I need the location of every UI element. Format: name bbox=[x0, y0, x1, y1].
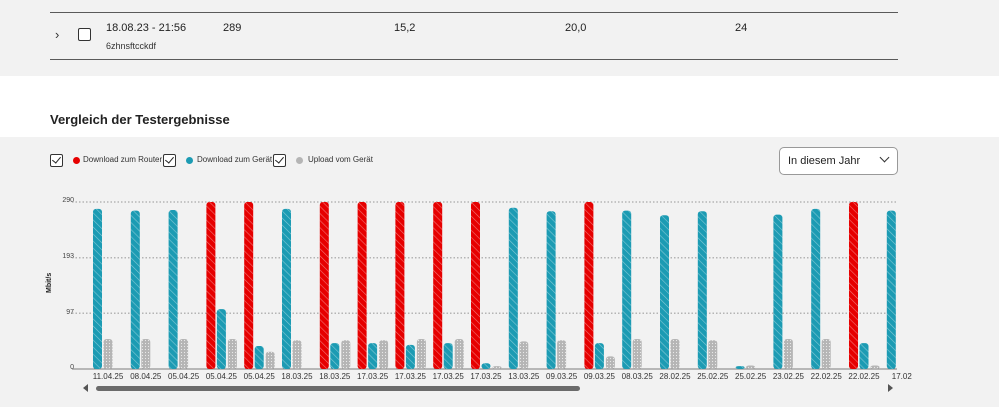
scroll-left-arrow[interactable] bbox=[83, 384, 88, 392]
x-tick-label: 22.02.25 bbox=[811, 372, 843, 381]
bar-upload-texture bbox=[265, 351, 275, 369]
bar-device-texture bbox=[594, 343, 604, 369]
x-tick-label: 17.03.25 bbox=[470, 372, 502, 381]
bar-router-texture bbox=[584, 202, 594, 369]
x-tick-label: 25.02.25 bbox=[697, 372, 729, 381]
bar-device-texture bbox=[368, 343, 378, 369]
bar-device-texture bbox=[508, 207, 518, 369]
bar-upload-texture bbox=[179, 339, 189, 369]
bar-router-texture bbox=[319, 202, 329, 369]
bar-upload-texture bbox=[870, 365, 880, 369]
bar-device-texture bbox=[546, 211, 556, 369]
bar-upload-texture bbox=[492, 366, 502, 369]
bar-device-texture bbox=[168, 210, 178, 369]
bar-device-texture bbox=[443, 343, 453, 369]
bar-upload-texture bbox=[605, 356, 615, 369]
bar-upload-texture bbox=[519, 341, 529, 369]
bar-device-texture bbox=[859, 343, 869, 369]
bar-upload-texture bbox=[416, 339, 426, 369]
bar-device-texture bbox=[282, 208, 291, 369]
x-tick-label: 17.03.25 bbox=[357, 372, 389, 381]
horizontal-scrollbar-thumb[interactable] bbox=[96, 386, 580, 391]
x-tick-label: 08.04.25 bbox=[130, 372, 162, 381]
bar-upload-texture bbox=[783, 339, 793, 369]
bar-upload-texture bbox=[227, 339, 237, 369]
x-tick-label: 25.02.25 bbox=[735, 372, 767, 381]
x-tick-label: 17.03.25 bbox=[395, 372, 427, 381]
bar-device-texture bbox=[330, 343, 340, 369]
bar-device-texture bbox=[130, 210, 140, 369]
bar-upload-texture bbox=[292, 340, 302, 369]
bar-router-texture bbox=[433, 202, 443, 369]
bar-upload-texture bbox=[141, 339, 151, 369]
bar-device-texture bbox=[773, 214, 783, 369]
bar-device-texture bbox=[735, 366, 745, 369]
bar-upload-texture bbox=[746, 365, 756, 369]
x-tick-label: 11.04.25 bbox=[93, 372, 124, 381]
x-tick-label: 13.03.25 bbox=[508, 372, 540, 381]
bar-upload-texture bbox=[557, 340, 567, 369]
bar-router-texture bbox=[206, 202, 216, 369]
x-tick-label: 09.03.25 bbox=[584, 372, 616, 381]
bar-device-texture bbox=[697, 211, 707, 369]
bar-upload-texture bbox=[632, 339, 642, 369]
x-tick-label: 05.04.25 bbox=[244, 372, 276, 381]
x-tick-label: 28.02.25 bbox=[659, 372, 691, 381]
bar-device-texture bbox=[216, 309, 226, 369]
x-tick-label: 22.02.25 bbox=[848, 372, 880, 381]
bar-device-texture bbox=[481, 363, 491, 369]
bar-router-texture bbox=[244, 202, 254, 369]
x-tick-label: 18.03.25 bbox=[319, 372, 351, 381]
bar-device-texture bbox=[660, 215, 669, 369]
bar-upload-texture bbox=[821, 339, 831, 369]
bar-device-texture bbox=[93, 208, 102, 369]
bar-upload-texture bbox=[379, 340, 389, 369]
bar-device-texture bbox=[886, 210, 896, 369]
x-tick-label: 18.03.25 bbox=[281, 372, 313, 381]
x-tick-label: 23.02.25 bbox=[773, 372, 805, 381]
scroll-right-arrow[interactable] bbox=[888, 384, 893, 392]
x-tick-label: 09.03.25 bbox=[546, 372, 578, 381]
bar-router-texture bbox=[395, 202, 405, 369]
bar-router-texture bbox=[849, 202, 858, 369]
x-tick-label: 17.03.25 bbox=[433, 372, 465, 381]
x-tick-label: 17.02 bbox=[892, 372, 913, 381]
bar-upload-texture bbox=[708, 340, 718, 369]
bar-device-texture bbox=[405, 344, 415, 369]
bar-router-texture bbox=[471, 202, 480, 369]
bar-upload-texture bbox=[670, 339, 680, 369]
x-tick-label: 05.04.25 bbox=[206, 372, 238, 381]
x-tick-label: 08.03.25 bbox=[622, 372, 654, 381]
bar-device-texture bbox=[811, 208, 821, 369]
bar-upload-texture bbox=[103, 339, 113, 369]
bar-chart: 11.04.25 08.04.25 05.04.25 05.04.25 05.04.25… bbox=[72, 201, 913, 381]
bar-upload-texture bbox=[341, 340, 351, 369]
bar-upload-texture bbox=[454, 339, 464, 369]
bar-device-texture bbox=[622, 210, 632, 369]
x-tick-label: 05.04.25 bbox=[168, 372, 200, 381]
bar-router-texture bbox=[357, 202, 367, 369]
bar-device-texture bbox=[254, 345, 264, 369]
